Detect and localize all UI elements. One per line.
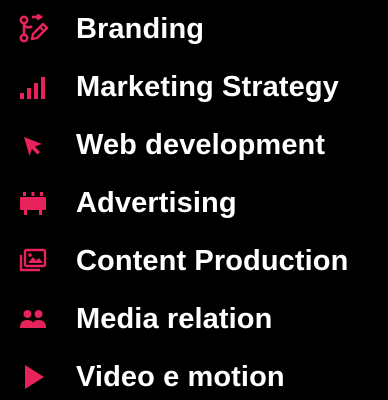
service-label: Advertising [76, 187, 237, 219]
cursor-arrow-icon [16, 128, 50, 162]
service-label: Web development [76, 129, 326, 161]
service-item-web-development: Web development [0, 128, 388, 168]
play-icon [16, 360, 50, 394]
service-label: Marketing Strategy [76, 71, 339, 103]
service-item-video-e-motion: Video e motion [0, 360, 388, 400]
service-item-marketing-strategy: Marketing Strategy [0, 70, 388, 110]
image-gallery-icon [16, 244, 50, 278]
branding-pen-icon [16, 12, 50, 46]
service-label: Content Production [76, 245, 349, 277]
service-item-media-relation: Media relation [0, 302, 388, 342]
service-item-advertising: Advertising [0, 186, 388, 226]
service-item-content-production: Content Production [0, 244, 388, 284]
service-label: Video e motion [76, 361, 285, 393]
service-label: Branding [76, 13, 205, 45]
billboard-icon [16, 186, 50, 220]
people-icon [16, 302, 50, 336]
service-item-branding: Branding [0, 12, 388, 52]
bar-chart-icon [16, 70, 50, 104]
service-label: Media relation [76, 303, 273, 335]
